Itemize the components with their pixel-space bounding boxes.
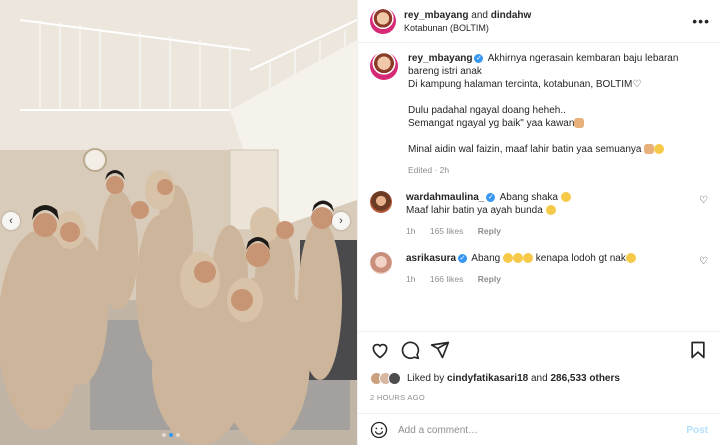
likes-prefix: Liked by [407,373,445,384]
verified-badge-icon: ✓ [458,253,468,263]
comment-text-2: Maaf lahir batin ya ayah bunda [406,205,543,216]
comment-input[interactable] [398,424,687,436]
liked-by-username[interactable]: cindyfatikasari18 [447,373,528,384]
reply-button[interactable]: Reply [478,274,501,284]
joy-emoji [522,253,533,264]
smiling-face-emoji [545,205,556,216]
comment-item: wardahmaulina_ ✓ Abang shaka Maaf lahir b… [370,191,712,238]
like-comment-heart-icon[interactable]: ♡ [699,195,708,206]
author-avatar[interactable] [370,8,396,34]
carousel-next-button[interactable]: › [332,212,350,230]
joy-emoji [625,253,636,264]
caption-line-3: Dulu padahal ngayal doang heheh.. [408,105,566,116]
carousel-dot [162,433,166,437]
authors-conjunction: and [471,9,488,21]
chevron-right-icon: › [339,215,343,227]
comment-text-2: kenapa lodoh gt nak [535,253,626,264]
heart-outline-emoji: ♡ [632,79,642,90]
smiling-face-emoji [654,144,665,155]
post-caption: rey_mbayang ✓ Akhirnya ngerasain kembaran… [370,52,712,177]
comment-time: 1h [406,274,416,284]
commenter-avatar[interactable] [370,252,392,274]
folded-hands-emoji [644,144,655,155]
likes-conjunction: and [530,373,548,384]
post-actions: Liked by cindyfatikasari18 and 286,533 o… [358,331,720,445]
joy-emoji [512,253,523,264]
likes-summary[interactable]: Liked by cindyfatikasari18 and 286,533 o… [370,372,708,385]
commenter-avatar[interactable] [370,191,392,213]
comment-item: asrikasura ✓ Abang kenapa lodoh gt nak 1h… [370,252,712,286]
location-link[interactable]: Kotabunan (BOLTIM) [404,23,692,33]
caption-line-2: Di kampung halaman tercinta, kotabunan, … [408,79,633,90]
add-comment-bar: Post [358,413,720,445]
post-comment-button[interactable]: Post [686,425,708,436]
comment-likes[interactable]: 166 likes [430,274,464,284]
verified-badge-icon: ✓ [486,192,496,202]
more-options-icon[interactable]: ••• [692,13,710,29]
comment-text-1: Abang [471,253,501,264]
emoji-picker-icon[interactable] [370,421,388,439]
like-heart-icon[interactable] [370,340,390,360]
comment-text-1: Abang shaka [499,192,558,203]
carousel-dot [176,433,180,437]
likes-count[interactable]: 286,533 others [550,373,620,384]
verified-badge-icon: ✓ [474,53,484,63]
commenter-username[interactable]: asrikasura [406,253,456,264]
flexed-biceps-emoji [574,118,585,129]
caption-author-avatar[interactable] [370,52,398,80]
post-photo[interactable]: ‹ › [0,0,357,445]
caption-line-4: Semangat ngayal yg baik" yaa kawan [408,118,575,129]
caption-username[interactable]: rey_mbayang [408,53,472,64]
family-photo-image [0,0,357,445]
carousel-prev-button[interactable]: ‹ [2,212,20,230]
post-header: rey_mbayang and dindahw Kotabunan (BOLTI… [358,0,720,43]
carousel-indicator [162,433,180,437]
comments-list[interactable]: rey_mbayang ✓ Akhirnya ngerasain kembaran… [370,52,712,286]
author-username[interactable]: rey_mbayang [404,10,468,21]
comment-likes[interactable]: 165 likes [430,226,464,236]
share-send-icon[interactable] [430,340,450,360]
post-timestamp[interactable]: 2 HOURS AGO [370,393,708,402]
reply-button[interactable]: Reply [478,226,501,236]
carousel-dot-active [169,433,173,437]
caption-edited-time: Edited · 2h [408,165,450,175]
post-detail-panel: rey_mbayang and dindahw Kotabunan (BOLTI… [357,0,720,445]
save-bookmark-icon[interactable] [688,340,708,360]
liker-avatar [388,372,401,385]
like-comment-heart-icon[interactable]: ♡ [699,256,708,267]
commenter-username[interactable]: wardahmaulina_ [406,192,484,203]
joy-emoji [502,253,513,264]
comment-bubble-icon[interactable] [400,340,420,360]
comment-time: 1h [406,226,416,236]
post-authors: rey_mbayang and dindahw [404,10,692,21]
heart-eyes-emoji [560,192,571,203]
coauthor-username[interactable]: dindahw [491,10,532,21]
chevron-left-icon: ‹ [9,215,13,227]
caption-line-5: Minal aidin wal faizin, maaf lahir batin… [408,144,642,155]
